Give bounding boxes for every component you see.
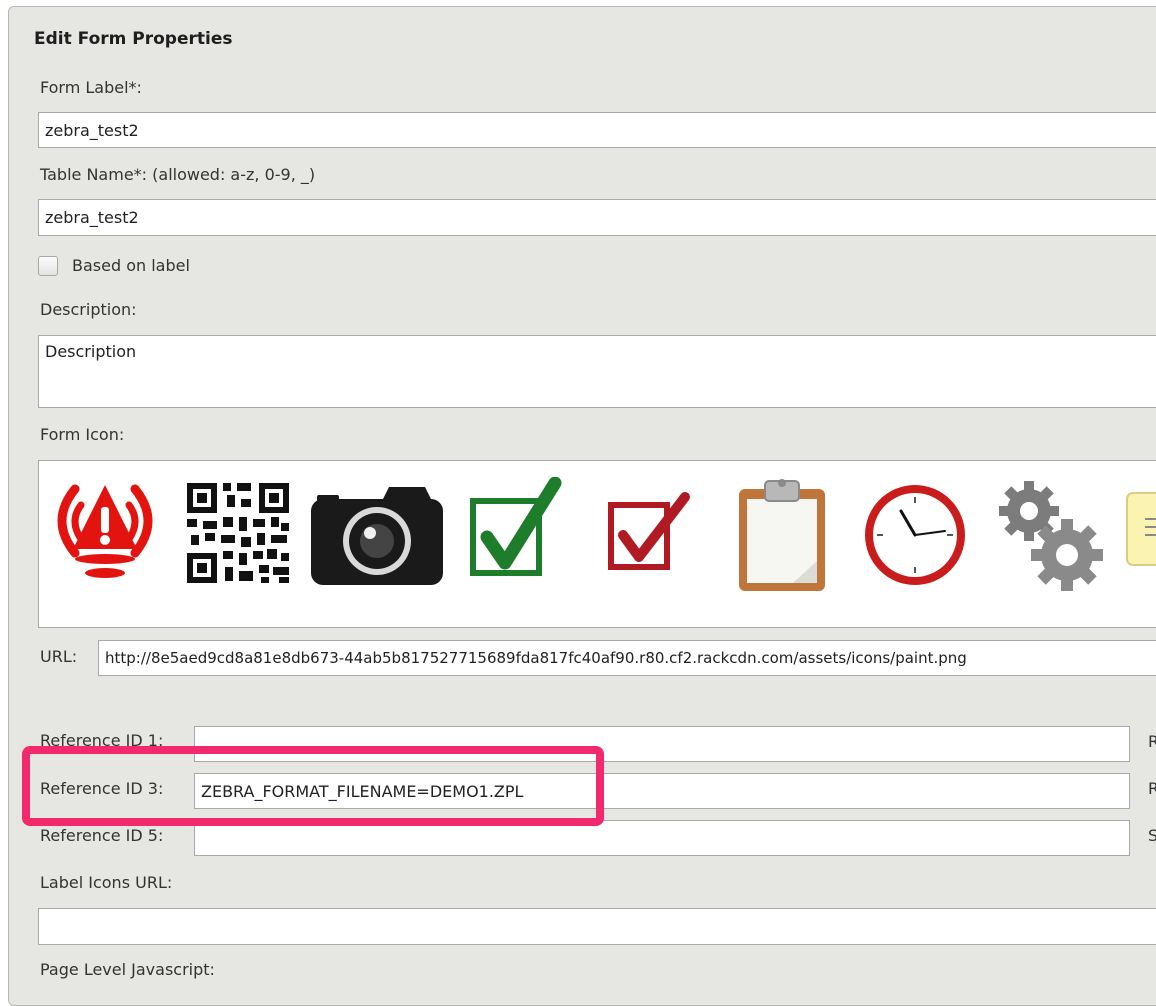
reference-id-5-label: Reference ID 5:	[40, 826, 164, 845]
form-icon-picker	[38, 460, 1156, 628]
gears-icon[interactable]	[991, 477, 1111, 593]
notepad-icon[interactable]	[1125, 489, 1156, 569]
description-label: Description:	[40, 300, 137, 319]
url-label: URL:	[40, 647, 78, 666]
green-checkbox-icon[interactable]	[467, 477, 567, 589]
panel-title: Edit Form Properties	[34, 29, 233, 49]
reference-id-1-label: Reference ID 1:	[40, 731, 164, 750]
form-icon-label: Form Icon:	[40, 425, 125, 444]
reference-id-3-input[interactable]	[194, 773, 1130, 809]
reference-id-4-label-cut: R	[1148, 779, 1156, 798]
qr-code-icon[interactable]	[183, 477, 295, 589]
form-label-input[interactable]	[38, 112, 1156, 148]
label-icons-url-input[interactable]	[38, 908, 1156, 945]
camera-icon[interactable]	[307, 477, 447, 589]
table-name-input[interactable]	[38, 199, 1156, 236]
reference-id-1-input[interactable]	[194, 726, 1130, 762]
page-level-javascript-label: Page Level Javascript:	[40, 960, 215, 979]
based-on-label-checkbox[interactable]	[38, 256, 58, 276]
alarm-icon[interactable]	[45, 477, 165, 589]
clock-icon[interactable]	[857, 477, 973, 589]
reference-id-2-label-cut: R	[1148, 732, 1156, 751]
reference-id-5-input[interactable]	[194, 820, 1130, 856]
table-name-label: Table Name*: (allowed: a-z, 0-9, _)	[40, 165, 316, 184]
based-on-label-text: Based on label	[72, 256, 190, 275]
red-checkbox-icon[interactable]	[605, 477, 695, 589]
label-icons-url-label: Label Icons URL:	[40, 873, 173, 892]
form-label-label: Form Label*:	[40, 78, 142, 97]
clipboard-icon[interactable]	[735, 477, 835, 593]
url-input[interactable]	[98, 640, 1156, 676]
reference-id-6-label-cut: S	[1148, 826, 1156, 845]
reference-id-3-label: Reference ID 3:	[40, 779, 164, 798]
description-textarea[interactable]: Description	[38, 335, 1156, 408]
